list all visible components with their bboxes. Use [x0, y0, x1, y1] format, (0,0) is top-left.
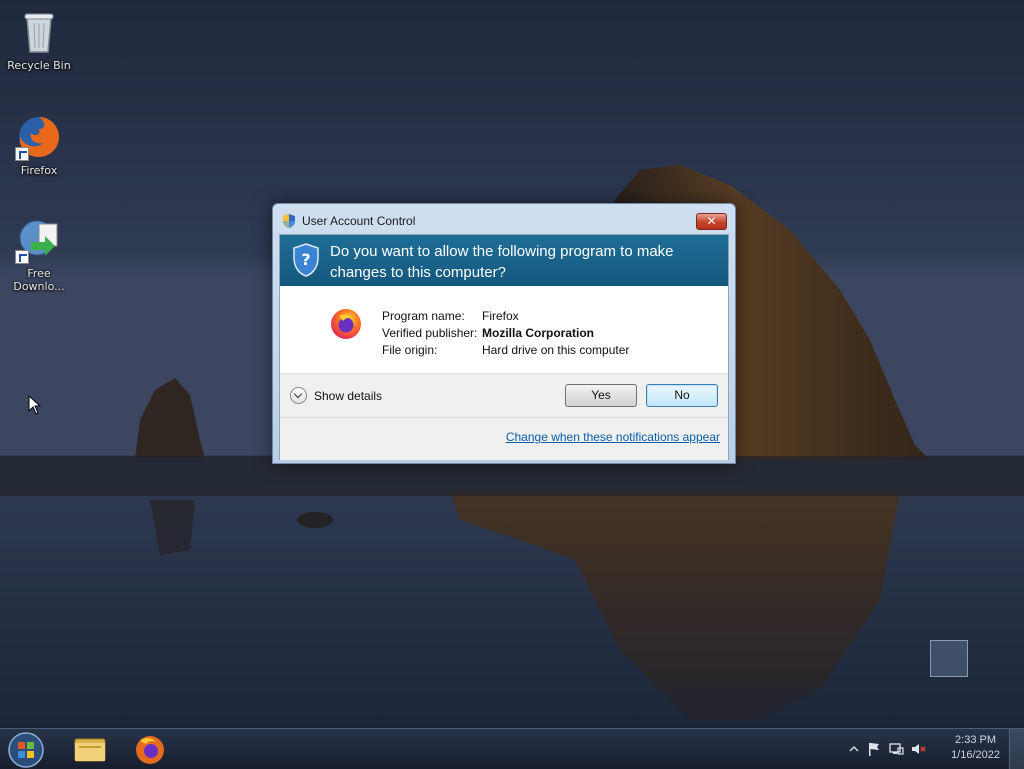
firefox-icon [331, 309, 361, 339]
system-tray: 2:33 PM 1/16/2022 [844, 729, 1024, 769]
info-row-publisher: Verified publisher: Mozilla Corporation [382, 325, 629, 342]
svg-text:?: ? [301, 250, 310, 269]
windows-logo-icon [18, 742, 25, 749]
show-hidden-icons-icon[interactable] [846, 741, 862, 757]
desktop-icon-recycle-bin[interactable]: Recycle Bin [1, 8, 77, 72]
gadget-tile [930, 640, 968, 677]
publisher-value: Mozilla Corporation [482, 326, 594, 340]
no-button[interactable]: No [646, 384, 718, 407]
taskbar: 2:33 PM 1/16/2022 [0, 728, 1024, 769]
program-info: Program name: Firefox Verified publisher… [280, 286, 728, 373]
dialog-footer: Show details Yes No Change when these no… [280, 373, 728, 460]
taskbar-firefox-button[interactable] [122, 731, 178, 767]
show-details-label: Show details [314, 388, 383, 403]
firefox-icon [15, 113, 63, 161]
dialog-title: User Account Control [302, 214, 416, 228]
uac-dialog: User Account Control ✕ ? Do you want to … [272, 203, 736, 464]
info-row-program-name: Program name: Firefox [382, 308, 629, 325]
network-icon[interactable] [888, 741, 904, 757]
info-key: Verified publisher: [382, 326, 478, 340]
start-button[interactable] [7, 731, 45, 769]
action-center-flag-icon[interactable] [866, 741, 882, 757]
desktop-icon-label: Recycle Bin [7, 59, 71, 72]
shortcut-arrow-icon [15, 147, 29, 161]
uac-shield-icon [283, 214, 295, 228]
uac-header-banner: ? Do you want to allow the following pro… [280, 235, 728, 286]
origin-value: Hard drive on this computer [482, 343, 630, 357]
shortcut-arrow-icon [15, 250, 29, 264]
divider [280, 417, 728, 418]
mouse-cursor-icon [28, 395, 42, 415]
chevron-down-icon[interactable] [290, 387, 307, 404]
recycle-bin-icon [15, 8, 63, 56]
dialog-body: ? Do you want to allow the following pro… [279, 234, 729, 460]
info-row-origin: File origin: Hard drive on this computer [382, 342, 629, 359]
title-bar[interactable]: User Account Control ✕ [273, 204, 735, 234]
desktop-icon-label: Firefox [20, 164, 58, 177]
yes-button[interactable]: Yes [565, 384, 637, 407]
program-name-value: Firefox [482, 309, 519, 323]
change-notifications-link[interactable]: Change when these notifications appear [506, 430, 720, 444]
desktop-icon-firefox[interactable]: Firefox [1, 113, 77, 177]
show-details-toggle[interactable]: Show details [290, 387, 382, 404]
desktop-icon-label-line1: Free [27, 267, 51, 280]
desktop-icon-free-download[interactable]: Free Downlo... [1, 216, 77, 293]
uac-question-text: Do you want to allow the following progr… [330, 243, 674, 281]
program-details: Program name: Firefox Verified publisher… [382, 308, 629, 359]
clock[interactable]: 2:33 PM 1/16/2022 [951, 733, 1000, 763]
clock-date: 1/16/2022 [951, 749, 1000, 761]
volume-muted-icon[interactable] [910, 741, 926, 757]
taskbar-file-explorer-button[interactable] [62, 731, 118, 767]
desktop-icon-label-line2: Downlo... [13, 280, 65, 293]
file-explorer-icon [74, 738, 106, 762]
download-manager-icon [15, 216, 63, 264]
firefox-icon [136, 736, 164, 764]
info-key: File origin: [382, 343, 438, 357]
close-button[interactable]: ✕ [696, 213, 727, 230]
info-key: Program name: [382, 309, 465, 323]
show-desktop-button[interactable] [1009, 729, 1024, 769]
clock-time: 2:33 PM [955, 734, 997, 746]
security-shield-icon: ? [293, 243, 319, 277]
